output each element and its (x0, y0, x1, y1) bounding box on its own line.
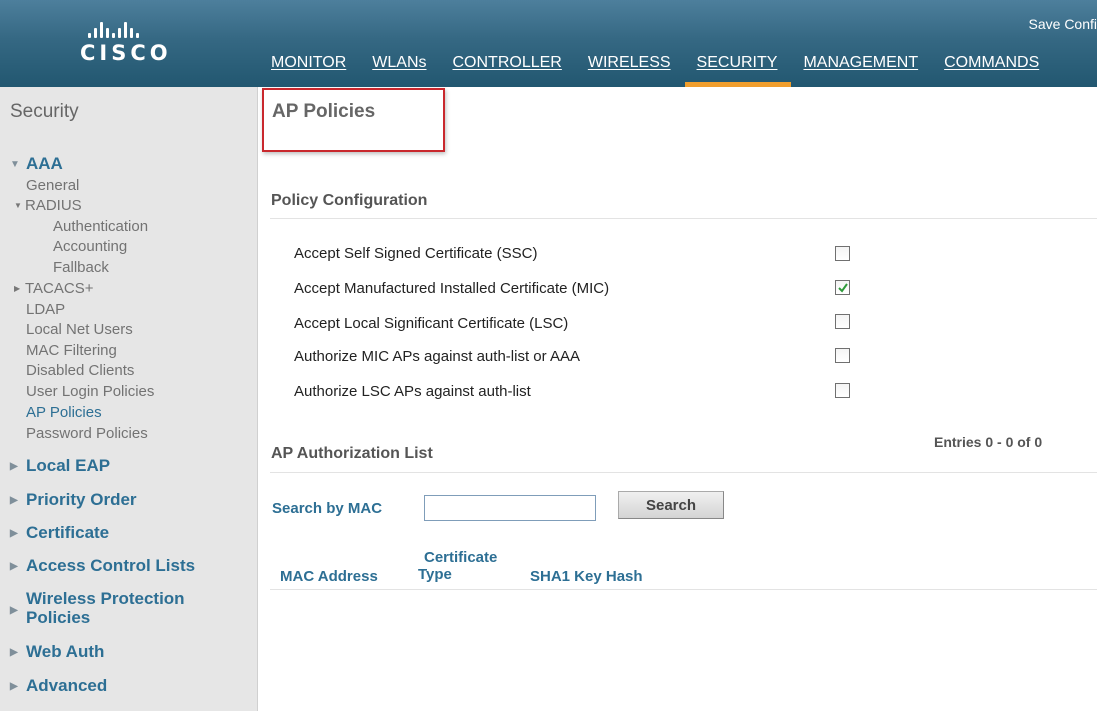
sidebar-title: Security (10, 101, 79, 122)
divider (270, 472, 1097, 473)
authorize-lsc-checkbox[interactable] (835, 383, 850, 398)
title-highlight-box (262, 88, 445, 152)
sidebar-item-password-policies[interactable]: Password Policies (26, 425, 148, 442)
nav-controller[interactable]: CONTROLLER (453, 52, 562, 87)
table-header-divider (270, 589, 1097, 590)
sidebar-item-accounting[interactable]: Accounting (53, 238, 127, 255)
nav-management[interactable]: MANAGEMENT (803, 52, 918, 87)
nav-security[interactable]: SECURITY (684, 52, 792, 87)
policy-label-mic: Accept Manufactured Installed Certificat… (294, 280, 610, 297)
search-by-mac-label: Search by MAC (272, 500, 383, 517)
save-config-link[interactable]: Save Confi (1029, 16, 1097, 32)
entries-count: Entries 0 - 0 of 0 (934, 434, 1043, 450)
triangle-right-icon: ▶ (10, 647, 18, 658)
sidebar-item-disabled-clients[interactable]: Disabled Clients (26, 362, 134, 379)
sidebar-section-certificate[interactable]: ▶ Certificate (10, 523, 109, 543)
search-mac-input[interactable] (424, 495, 596, 521)
policy-label-ssc: Accept Self Signed Certificate (SSC) (294, 245, 538, 262)
sidebar-item-fallback[interactable]: Fallback (53, 259, 109, 276)
triangle-right-icon: ▶ (10, 605, 18, 616)
sidebar-item-ap-policies[interactable]: AP Policies (26, 404, 102, 421)
nav-wlans[interactable]: WLANs (372, 52, 426, 87)
sidebar-item-general[interactable]: General (26, 177, 79, 194)
sidebar-item-mac-filtering[interactable]: MAC Filtering (26, 342, 117, 359)
main-nav: MONITOR WLANs CONTROLLER WIRELESS SECURI… (271, 52, 1065, 87)
policy-label-lsc: Accept Local Significant Certificate (LS… (294, 315, 569, 332)
cisco-bars-icon (80, 16, 180, 38)
sidebar-section-advanced[interactable]: ▶ Advanced (10, 676, 107, 696)
triangle-down-icon: ▼ (14, 201, 22, 210)
triangle-right-icon: ▶ (10, 681, 18, 692)
policy-config-heading: Policy Configuration (271, 192, 428, 209)
sidebar-section-local-eap[interactable]: ▶ Local EAP (10, 456, 110, 476)
triangle-right-icon: ▶ (10, 528, 18, 539)
cisco-logo[interactable]: CISCO (80, 16, 180, 76)
triangle-right-icon: ▶ (10, 461, 18, 472)
triangle-right-icon: ▶ (14, 284, 21, 293)
sidebar-section-aaa[interactable]: ▼ AAA (10, 154, 63, 174)
sidebar-item-local-net-users[interactable]: Local Net Users (26, 321, 133, 338)
sidebar-item-user-login-policies[interactable]: User Login Policies (26, 383, 154, 400)
policy-label-authorize-mic: Authorize MIC APs against auth-list or A… (294, 348, 580, 365)
sidebar-section-priority-order[interactable]: ▶ Priority Order (10, 490, 137, 510)
sidebar-item-authentication[interactable]: Authentication (53, 218, 148, 235)
sidebar-item-tacacs[interactable]: ▶ TACACS+ (14, 280, 94, 297)
column-header-mac-address[interactable]: MAC Address (280, 568, 378, 585)
top-header: CISCO Save Confi MONITOR WLANs CONTROLLE… (0, 0, 1097, 87)
ssc-checkbox[interactable] (835, 246, 850, 261)
cisco-logo-text: CISCO (80, 41, 172, 65)
policy-label-authorize-lsc: Authorize LSC APs against auth-list (294, 383, 531, 400)
triangle-right-icon: ▶ (10, 495, 18, 506)
column-header-certificate-type[interactable]: Certificate Type (418, 549, 497, 583)
mic-checkbox[interactable] (835, 280, 850, 295)
sidebar-section-web-auth[interactable]: ▶ Web Auth (10, 642, 104, 662)
triangle-right-icon: ▶ (10, 561, 18, 572)
authorize-mic-checkbox[interactable] (835, 348, 850, 363)
sidebar-item-ldap[interactable]: LDAP (26, 301, 65, 318)
divider (270, 218, 1097, 219)
sidebar-item-radius[interactable]: ▼ RADIUS (14, 197, 82, 214)
column-header-sha1-key-hash[interactable]: SHA1 Key Hash (530, 568, 643, 585)
auth-list-heading: AP Authorization List (271, 445, 433, 462)
lsc-checkbox[interactable] (835, 314, 850, 329)
search-button[interactable]: Search (618, 491, 724, 519)
checkmark-icon (838, 283, 848, 293)
sidebar-section-acl[interactable]: ▶ Access Control Lists (10, 556, 195, 576)
sidebar: Security ▼ AAA General ▼ RADIUS Authentica… (0, 87, 258, 711)
triangle-down-icon: ▼ (10, 159, 20, 170)
nav-wireless[interactable]: WIRELESS (588, 52, 671, 87)
nav-monitor[interactable]: MONITOR (271, 52, 346, 87)
sidebar-section-wireless-protection[interactable]: ▶ Wireless Protection Policies (10, 589, 185, 627)
nav-commands[interactable]: COMMANDS (944, 52, 1039, 87)
